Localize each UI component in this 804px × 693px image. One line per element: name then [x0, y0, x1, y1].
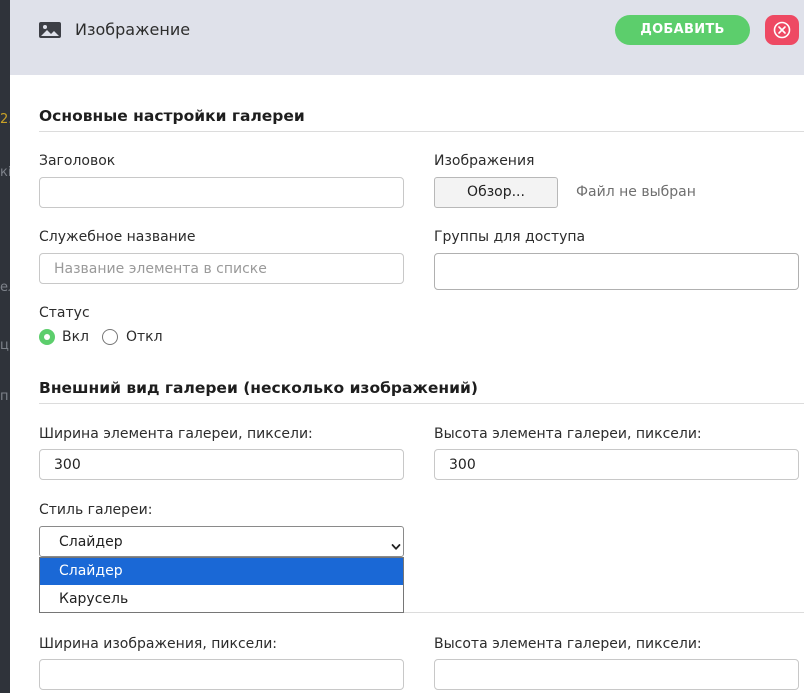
service-name-input[interactable] [39, 253, 404, 284]
image-icon [38, 20, 62, 40]
background-text: п [0, 389, 9, 404]
item-height-label: Высота элемента галереи, пиксели: [434, 426, 702, 442]
status-on-radio[interactable] [39, 329, 55, 345]
images-label: Изображения [434, 153, 535, 169]
section-divider [39, 403, 804, 404]
gallery-style-label: Стиль галереи: [39, 502, 153, 518]
file-status: Файл не выбран [576, 184, 696, 200]
status-off-radio[interactable] [102, 329, 118, 345]
item-width-input[interactable] [39, 449, 404, 480]
background-text: кі [0, 165, 10, 180]
chevron-down-icon [391, 537, 401, 550]
option-slider[interactable]: Слайдер [40, 558, 403, 585]
modal-header: Изображение ДОБАВИТЬ [10, 0, 804, 75]
image-width-input[interactable] [39, 659, 404, 690]
item-height-input[interactable] [434, 449, 799, 480]
image-width-label: Ширина изображения, пиксели: [39, 636, 278, 652]
background-text: 2. [0, 112, 10, 127]
browse-button[interactable]: Обзор... [434, 177, 558, 208]
add-button[interactable]: ДОБАВИТЬ [615, 15, 750, 45]
close-button[interactable] [765, 15, 799, 45]
item-width-label: Ширина элемента галереи, пиксели: [39, 426, 313, 442]
status-on-label: Вкл [62, 329, 90, 345]
option-carousel[interactable]: Карусель [40, 586, 403, 613]
groups-select[interactable] [434, 253, 799, 290]
image-modal: Изображение ДОБАВИТЬ Основные настройки … [10, 0, 804, 693]
background-text: ці [0, 338, 10, 353]
title-label: Заголовок [39, 153, 116, 169]
section-divider [39, 131, 804, 132]
image-height-label: Высота элемента галереи, пиксели: [434, 636, 702, 652]
gallery-style-select[interactable]: Слайдер [39, 526, 404, 557]
section-divider [404, 612, 804, 613]
section-title-basic: Основные настройки галереи [39, 107, 305, 125]
section-title-appearance: Внешний вид галереи (несколько изображен… [39, 379, 478, 397]
modal-title: Изображение [75, 20, 191, 39]
title-input[interactable] [39, 177, 404, 208]
groups-label: Группы для доступа [434, 229, 586, 245]
gallery-style-value: Слайдер [59, 534, 123, 550]
status-label: Статус [39, 305, 90, 321]
service-name-label: Служебное название [39, 229, 196, 245]
status-off-label: Откл [126, 329, 163, 345]
gallery-style-dropdown: Слайдер Карусель [39, 557, 404, 613]
background-text: ел [0, 280, 10, 295]
image-height-input[interactable] [434, 659, 799, 690]
